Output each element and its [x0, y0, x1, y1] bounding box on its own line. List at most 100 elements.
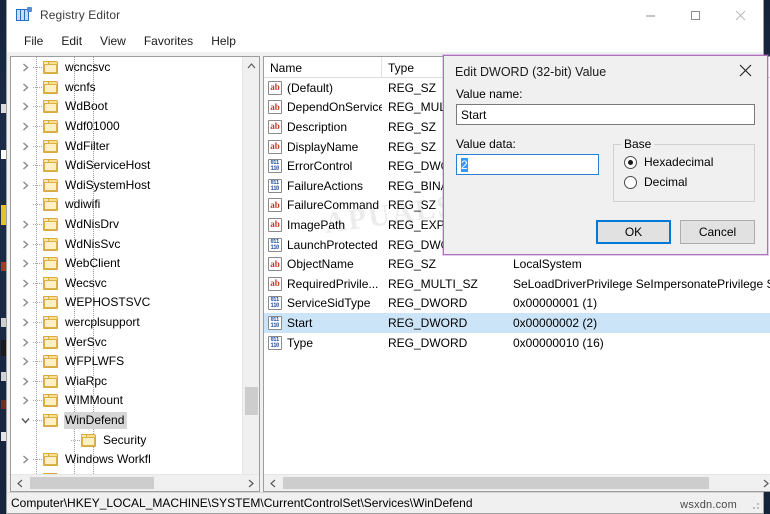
value-row[interactable]: 011 110 Type REG_DWORD 0x00000010 (16): [264, 333, 770, 353]
chevron-right-icon[interactable]: [17, 235, 33, 254]
menu-item-favorites[interactable]: Favorites: [135, 32, 202, 50]
tree-horizontal-scrollbar[interactable]: [11, 474, 259, 491]
close-icon[interactable]: [723, 56, 767, 85]
folder-icon: [43, 159, 59, 173]
tree-node-wdiservicehost[interactable]: WdiServiceHost: [11, 156, 259, 176]
tree-node-wdfilter[interactable]: WdFilter: [11, 136, 259, 156]
tree-vertical-scrollbar[interactable]: [242, 57, 259, 491]
close-icon[interactable]: [718, 0, 763, 30]
tree-node-wephostsvc[interactable]: WEPHOSTSVC: [11, 293, 259, 313]
value-name-text: Start: [461, 107, 487, 122]
window-title: Registry Editor: [40, 8, 121, 22]
value-row[interactable]: 011 110 Start REG_DWORD 0x00000002 (2): [264, 313, 770, 333]
value-row[interactable]: ab ObjectName REG_SZ LocalSystem: [264, 254, 770, 274]
tree-node-wercplsupport[interactable]: wercplsupport: [11, 313, 259, 333]
binary-value-icon: 011 110: [268, 178, 282, 193]
scroll-up-icon[interactable]: [243, 57, 260, 74]
value-row[interactable]: 011 110 ServiceSidType REG_DWORD 0x00000001 …: [264, 294, 770, 314]
tree-node-wcncsvc[interactable]: wcncsvc: [11, 58, 259, 78]
chevron-right-icon[interactable]: [17, 352, 33, 371]
tree-node-windows-workfl[interactable]: Windows Workfl: [11, 450, 259, 470]
scroll-right-icon[interactable]: [757, 475, 770, 491]
value-row[interactable]: ab RequiredPrivile... REG_MULTI_SZ SeLoadDr…: [264, 274, 770, 294]
chevron-down-icon[interactable]: [17, 411, 33, 430]
tree-node-wdisystemhost[interactable]: WdiSystemHost: [11, 176, 259, 196]
chevron-right-icon[interactable]: [17, 78, 33, 97]
values-hscroll-thumb[interactable]: [283, 477, 709, 489]
tree-node-wdboot[interactable]: WdBoot: [11, 97, 259, 117]
scroll-left-icon[interactable]: [11, 475, 28, 491]
column-header-name[interactable]: Name: [264, 57, 382, 78]
tree-node-wdnisdrv[interactable]: WdNisDrv: [11, 215, 259, 235]
tree-node-security[interactable]: Security: [11, 430, 259, 450]
tree-connector: [33, 235, 43, 254]
radio-hexadecimal[interactable]: Hexadecimal: [624, 152, 744, 172]
minimize-icon[interactable]: [628, 0, 673, 30]
chevron-right-icon[interactable]: [17, 333, 33, 352]
cancel-button[interactable]: Cancel: [680, 220, 755, 244]
value-name-text: FailureCommand: [287, 198, 380, 213]
chevron-right-icon[interactable]: [17, 156, 33, 175]
tree-node-wdf01000[interactable]: Wdf01000: [11, 117, 259, 137]
chevron-right-icon[interactable]: [17, 254, 33, 273]
tree-node-label: wcncsvc: [65, 60, 111, 75]
values-horizontal-scrollbar[interactable]: [264, 474, 770, 491]
value-name-input[interactable]: Start: [456, 104, 755, 125]
menu-item-help[interactable]: Help: [202, 32, 245, 50]
tree-node-label: WdiServiceHost: [65, 158, 151, 173]
scroll-left-icon[interactable]: [264, 475, 281, 491]
chevron-right-icon[interactable]: [17, 117, 33, 136]
folder-icon: [43, 335, 59, 349]
chevron-right-icon[interactable]: [17, 372, 33, 391]
value-data-label: Value data:: [456, 137, 516, 151]
value-name-text: Type: [287, 335, 314, 350]
radio-decimal[interactable]: Decimal: [624, 172, 744, 192]
tree-node-wiarpc[interactable]: WiaRpc: [11, 372, 259, 392]
tree-node-wdnissvc[interactable]: WdNisSvc: [11, 234, 259, 254]
chevron-right-icon[interactable]: [17, 274, 33, 293]
registry-tree[interactable]: wcncsvc wcnfs WdBoot Wdf01000 WdFilter WdiSer…: [11, 57, 259, 474]
string-value-icon: ab: [268, 80, 282, 95]
tree-hscroll-thumb[interactable]: [30, 477, 154, 489]
chevron-right-icon[interactable]: [17, 176, 33, 195]
tree-scroll-thumb[interactable]: [245, 387, 258, 415]
string-value-icon: ab: [268, 139, 282, 154]
value-name-text: FailureActions: [287, 178, 364, 193]
tree-node-webclient[interactable]: WebClient: [11, 254, 259, 274]
folder-icon: [43, 237, 59, 251]
chevron-right-icon[interactable]: [17, 58, 33, 77]
chevron-right-icon[interactable]: [17, 137, 33, 156]
tree-node-wfplwfs[interactable]: WFPLWFS: [11, 352, 259, 372]
tree-node-windefend[interactable]: WinDefend: [11, 411, 259, 431]
tree-node-wdiwifi[interactable]: wdiwifi: [11, 195, 259, 215]
maximize-icon[interactable]: [673, 0, 718, 30]
value-name-cell: ab ImagePath: [264, 217, 382, 232]
chevron-right-icon[interactable]: [17, 313, 33, 332]
tree-node-wcnfs[interactable]: wcnfs: [11, 78, 259, 98]
tree-node-label: wdiwifi: [65, 197, 101, 212]
value-name-text: DisplayName: [287, 139, 359, 154]
menu-item-file[interactable]: File: [15, 32, 52, 50]
menu-item-view[interactable]: View: [91, 32, 135, 50]
chevron-right-icon[interactable]: [17, 391, 33, 410]
resize-grip[interactable]: [749, 499, 761, 511]
value-name-text: ErrorControl: [287, 159, 353, 174]
value-data-input[interactable]: 2: [456, 154, 599, 175]
value-data-cell: 0x00000010 (16): [513, 335, 604, 350]
tree-node-label: WinDefend: [64, 411, 128, 429]
tree-node-wersvc[interactable]: WerSvc: [11, 332, 259, 352]
binary-value-icon: 011 110: [268, 159, 282, 174]
string-value-icon: ab: [268, 217, 282, 232]
tree-connector: [33, 372, 43, 391]
chevron-right-icon[interactable]: [17, 97, 33, 116]
tree-node-wecsvc[interactable]: Wecsvc: [11, 274, 259, 294]
tree-node-wimmount[interactable]: WIMMount: [11, 391, 259, 411]
value-name-cell: 011 110 Start: [264, 315, 382, 330]
chevron-right-icon[interactable]: [17, 450, 33, 469]
chevron-right-icon[interactable]: [17, 293, 33, 312]
tree-connector: [33, 450, 43, 469]
scroll-right-icon[interactable]: [242, 475, 259, 491]
menu-item-edit[interactable]: Edit: [52, 32, 91, 50]
ok-button[interactable]: OK: [596, 220, 671, 244]
chevron-right-icon[interactable]: [17, 215, 33, 234]
